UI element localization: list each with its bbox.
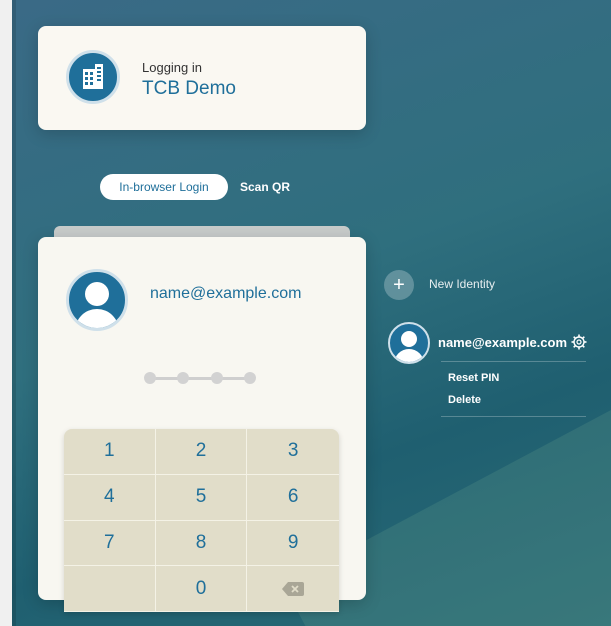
key-0[interactable]: 0 [155,566,248,612]
reset-pin-menu-item[interactable]: Reset PIN [448,372,499,384]
key-4[interactable]: 4 [64,474,156,521]
key-1[interactable]: 1 [64,429,156,475]
backspace-icon [282,581,305,596]
organization-avatar [66,50,120,104]
key-6[interactable]: 6 [247,475,339,521]
tab-scan-qr[interactable]: Scan QR [240,174,290,200]
key-5[interactable]: 5 [155,474,248,521]
menu-divider [441,361,586,362]
key-empty [64,566,156,612]
pin-keypad: 1 2 3 4 5 6 7 8 9 0 [64,429,339,612]
key-backspace[interactable] [247,566,339,612]
identity-email: name@example.com [438,335,568,350]
key-3[interactable]: 3 [247,429,339,475]
key-7[interactable]: 7 [64,520,156,567]
organization-name: TCB Demo [142,78,236,99]
key-9[interactable]: 9 [247,521,339,567]
logging-in-label: Logging in [142,60,202,75]
key-2[interactable]: 2 [155,429,248,475]
identity-avatar-icon [388,322,430,364]
gear-icon[interactable] [571,334,587,350]
building-icon [83,64,103,89]
pin-dot [144,372,156,384]
login-card: Logging in TCB Demo [38,26,366,130]
key-8[interactable]: 8 [155,520,248,567]
identity-item[interactable]: name@example.com [388,322,598,366]
user-email: name@example.com [150,285,302,302]
menu-divider [441,416,586,417]
pin-dot [177,372,189,384]
user-avatar-icon [66,269,128,331]
pin-card: name@example.com 1 2 3 4 5 6 7 8 9 0 [38,237,366,612]
delete-menu-item[interactable]: Delete [448,394,481,406]
pin-dot [244,372,256,384]
pin-dot [211,372,223,384]
plus-icon: + [384,270,414,300]
tab-in-browser-login[interactable]: In-browser Login [100,174,228,200]
pin-indicator [144,371,256,385]
new-identity-label: New Identity [429,277,496,291]
